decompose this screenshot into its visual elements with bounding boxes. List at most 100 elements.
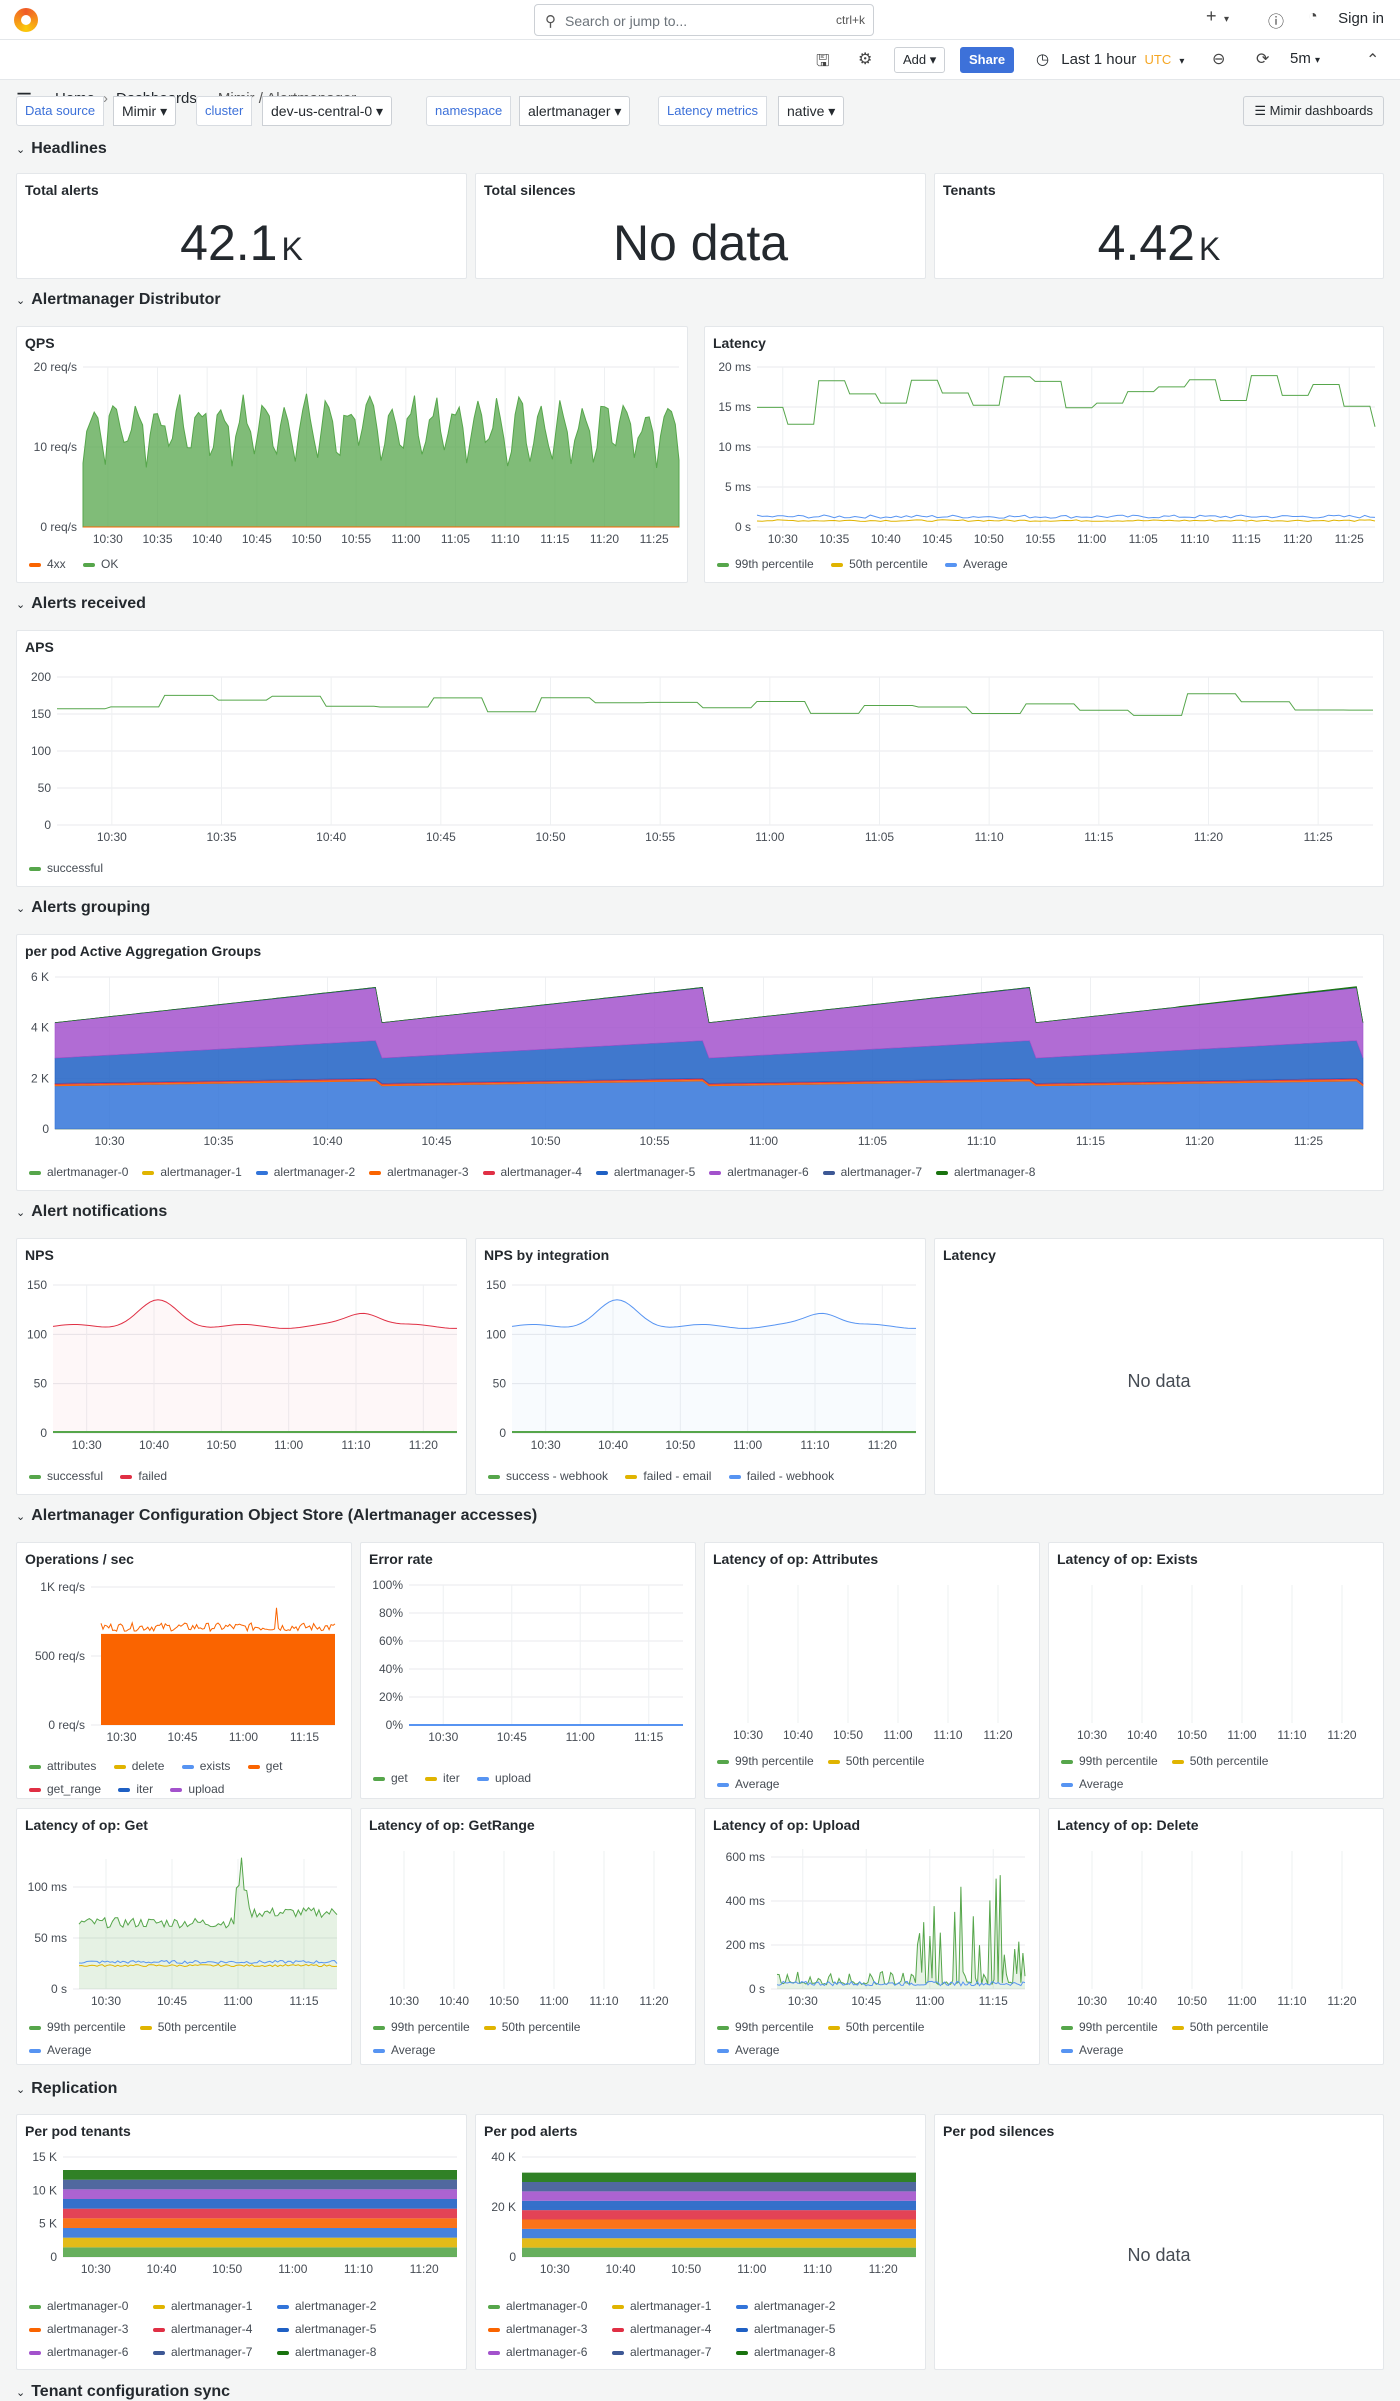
panel-total-silences[interactable]: Total silences No data: [475, 173, 926, 279]
legend-item[interactable]: alertmanager-6: [29, 2341, 139, 2364]
legend-item[interactable]: alertmanager-7: [612, 2341, 722, 2364]
mimir-dashboards-button[interactable]: ☰ Mimir dashboards: [1243, 96, 1384, 126]
legend-item[interactable]: 50th percentile: [831, 557, 928, 571]
panel-latency-get[interactable]: Latency of op: Get 0 s 50 ms 100 ms 10:30 10…: [16, 1808, 352, 2065]
legend-item[interactable]: 99th percentile: [1061, 1750, 1158, 1773]
legend-item[interactable]: alertmanager-4: [482, 1165, 582, 1179]
legend-item[interactable]: alertmanager-1: [142, 1165, 242, 1179]
legend-item[interactable]: alertmanager-0: [29, 2295, 139, 2318]
var-select-namespace[interactable]: alertmanager ▾: [519, 96, 631, 126]
refresh-icon[interactable]: ⟳: [1256, 49, 1269, 69]
panel-per-pod-tenants[interactable]: Per pod tenants 0 5 K 10 K 15 K 10:30 10:40 10…: [16, 2114, 467, 2370]
legend-item[interactable]: Average: [717, 1773, 779, 1796]
legend-item[interactable]: alertmanager-2: [736, 2295, 846, 2318]
legend-item[interactable]: delete: [113, 1755, 164, 1778]
time-picker[interactable]: ◷ Last 1 hour UTC ▾: [1036, 50, 1184, 68]
legend-item[interactable]: 50th percentile: [483, 2016, 580, 2039]
legend-item[interactable]: success - webhook: [488, 1469, 608, 1483]
panel-aggregation-groups[interactable]: per pod Active Aggregation Groups 0 2 K 4 …: [16, 934, 1384, 1191]
legend-item[interactable]: successful: [29, 861, 103, 875]
new-plus-icon[interactable]: +: [1206, 6, 1217, 27]
add-button[interactable]: Add ▾: [894, 47, 946, 73]
collapse-icon[interactable]: ⌃: [1366, 50, 1379, 70]
legend-item[interactable]: 99th percentile: [29, 2016, 126, 2039]
panel-notification-latency[interactable]: Latency No data: [934, 1238, 1384, 1495]
legend-item[interactable]: Average: [717, 2039, 779, 2062]
legend-item[interactable]: 99th percentile: [1061, 2016, 1158, 2039]
panel-nps[interactable]: NPS 0 50 100 150 10:30 10:40 10:50 11:00 11:10 11…: [16, 1238, 467, 1495]
legend-item[interactable]: 50th percentile: [1171, 1750, 1268, 1773]
legend-item[interactable]: alertmanager-3: [369, 1165, 469, 1179]
search-input[interactable]: ⚲ Search or jump to... ctrl+k: [534, 4, 874, 36]
legend-item[interactable]: get_range: [29, 1778, 101, 1801]
row-received[interactable]: ⌄ Alerts received: [16, 595, 146, 613]
legend-item[interactable]: failed: [120, 1469, 167, 1483]
panel-latency[interactable]: Latency 0 s 5 ms 10 ms 15 ms 20 ms 10:30 10:35…: [704, 326, 1384, 583]
panel-total-alerts[interactable]: Total alerts 42.1 K: [16, 173, 467, 279]
panel-latency-delete[interactable]: Latency of op: Delete 10:30 10:40 10:50 11:…: [1048, 1808, 1384, 2065]
legend-item[interactable]: alertmanager-6: [709, 1165, 809, 1179]
legend-item[interactable]: 50th percentile: [1171, 2016, 1268, 2039]
legend-item[interactable]: alertmanager-3: [488, 2318, 598, 2341]
legend-item[interactable]: alertmanager-4: [153, 2318, 263, 2341]
legend-item[interactable]: OK: [83, 557, 118, 571]
legend-item[interactable]: iter: [118, 1778, 153, 1801]
legend-item[interactable]: 4xx: [29, 557, 66, 571]
legend-item[interactable]: alertmanager-4: [612, 2318, 722, 2341]
row-object-store[interactable]: ⌄ Alertmanager Configuration Object Store…: [16, 1507, 537, 1525]
zoom-out-icon[interactable]: ⊖: [1212, 49, 1225, 69]
settings-gear-icon[interactable]: ⚙: [858, 49, 872, 69]
row-notifications[interactable]: ⌄ Alert notifications: [16, 1203, 167, 1221]
legend-item[interactable]: 99th percentile: [373, 2016, 470, 2039]
legend-item[interactable]: alertmanager-6: [488, 2341, 598, 2364]
grafana-logo-icon[interactable]: [14, 8, 38, 32]
help-icon[interactable]: ⓘ: [1268, 8, 1284, 32]
legend-item[interactable]: alertmanager-2: [277, 2295, 387, 2318]
chevron-down-icon[interactable]: ▾: [1224, 14, 1229, 25]
legend-item[interactable]: get: [247, 1755, 282, 1778]
row-distributor[interactable]: ⌄ Alertmanager Distributor: [16, 291, 221, 309]
legend-item[interactable]: Average: [1061, 1773, 1123, 1796]
legend-item[interactable]: successful: [29, 1469, 103, 1483]
legend-item[interactable]: alertmanager-5: [736, 2318, 846, 2341]
legend-item[interactable]: upload: [477, 1771, 531, 1785]
rss-icon[interactable]: ◔: [1308, 8, 1318, 26]
legend-item[interactable]: Average: [945, 557, 1008, 571]
panel-per-pod-silences[interactable]: Per pod silences No data: [934, 2114, 1384, 2370]
legend-item[interactable]: 99th percentile: [717, 2016, 814, 2039]
legend-item[interactable]: iter: [425, 1771, 460, 1785]
panel-error-rate[interactable]: Error rate 0% 20% 40% 60% 80% 100% 10:30 10:45 1…: [360, 1542, 696, 1799]
legend-item[interactable]: alertmanager-8: [736, 2341, 846, 2364]
panel-latency-getrange[interactable]: Latency of op: GetRange 10:30 10:40 10:50 1…: [360, 1808, 696, 2065]
panel-per-pod-alerts[interactable]: Per pod alerts 0 20 K 40 K 10:30 10:40 10:50 1…: [475, 2114, 926, 2370]
refresh-interval-picker[interactable]: 5m ▾: [1290, 50, 1320, 67]
save-icon[interactable]: 🖫: [816, 50, 830, 77]
legend-item[interactable]: alertmanager-1: [153, 2295, 263, 2318]
legend-item[interactable]: exists: [181, 1755, 230, 1778]
panel-qps[interactable]: QPS 0 req/s 10 req/s 20 req/s 10:30 10:35 10:…: [16, 326, 688, 583]
row-grouping[interactable]: ⌄ Alerts grouping: [16, 899, 150, 917]
panel-operations[interactable]: Operations / sec 0 req/s 500 req/s 1K req/…: [16, 1542, 352, 1799]
legend-item[interactable]: 50th percentile: [139, 2016, 236, 2039]
legend-item[interactable]: get: [373, 1771, 408, 1785]
var-select-datasource[interactable]: Mimir ▾: [113, 96, 177, 126]
legend-item[interactable]: alertmanager-7: [153, 2341, 263, 2364]
legend-item[interactable]: 50th percentile: [827, 2016, 924, 2039]
sign-in-link[interactable]: Sign in: [1338, 10, 1384, 27]
legend-item[interactable]: alertmanager-5: [595, 1165, 695, 1179]
row-tenant-sync[interactable]: ⌄ Tenant configuration sync: [16, 2383, 230, 2401]
legend-item[interactable]: Average: [373, 2039, 435, 2062]
legend-item[interactable]: 99th percentile: [717, 1750, 814, 1773]
legend-item[interactable]: Average: [1061, 2039, 1123, 2062]
legend-item[interactable]: alertmanager-5: [277, 2318, 387, 2341]
share-button[interactable]: Share: [960, 47, 1015, 73]
panel-aps[interactable]: APS 0 50 100 150 200 10:30 10:35 10:40 10:45 10:5…: [16, 630, 1384, 887]
legend-item[interactable]: alertmanager-8: [277, 2341, 387, 2364]
panel-nps-integration[interactable]: NPS by integration 0 50 100 150 10:30 10:40 10…: [475, 1238, 926, 1495]
row-replication[interactable]: ⌄ Replication: [16, 2080, 117, 2098]
legend-item[interactable]: alertmanager-3: [29, 2318, 139, 2341]
panel-tenants[interactable]: Tenants 4.42 K: [934, 173, 1384, 279]
legend-item[interactable]: 50th percentile: [827, 1750, 924, 1773]
panel-latency-exists[interactable]: Latency of op: Exists 10:30 10:40 10:50 11:…: [1048, 1542, 1384, 1799]
legend-item[interactable]: upload: [170, 1778, 224, 1801]
